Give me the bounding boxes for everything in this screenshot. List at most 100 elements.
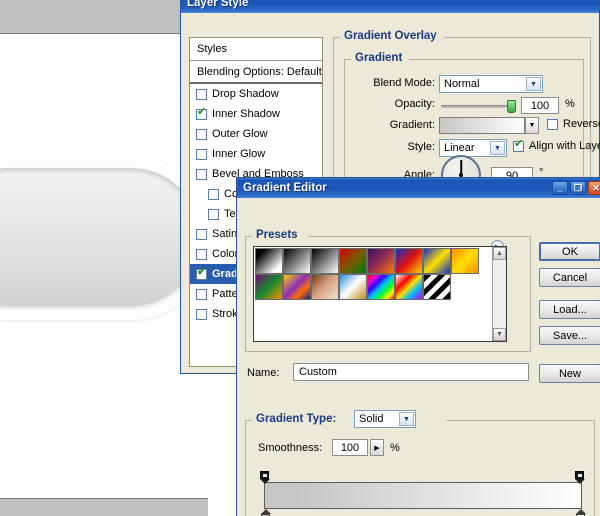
- maximize-icon[interactable]: ❐: [570, 181, 586, 195]
- chevron-down-icon[interactable]: ▼: [399, 412, 414, 426]
- opacity-label: Opacity:: [394, 98, 435, 110]
- chevron-down-icon[interactable]: ▼: [490, 141, 505, 155]
- chevron-down-icon[interactable]: ▼: [526, 77, 541, 91]
- name-value: Custom: [299, 366, 337, 378]
- name-input[interactable]: Custom: [293, 363, 529, 381]
- cancel-button[interactable]: Cancel: [539, 268, 600, 287]
- layer-style-titlebar[interactable]: Layer Style: [181, 0, 599, 13]
- preset-swatch-copper[interactable]: [311, 274, 339, 300]
- opacity-stop-left[interactable]: [260, 471, 271, 484]
- effect-checkbox[interactable]: [196, 88, 207, 100]
- layer-style-title: Layer Style: [187, 0, 249, 9]
- effect-checkbox[interactable]: [208, 208, 219, 220]
- style-combo[interactable]: Linear ▼: [439, 139, 507, 157]
- effect-checkbox[interactable]: [196, 107, 207, 120]
- effect-checkbox[interactable]: [196, 288, 207, 300]
- presets-group-label: Presets: [252, 229, 302, 241]
- opacity-value-input[interactable]: 100: [521, 97, 559, 114]
- load-button[interactable]: Load...: [539, 300, 600, 319]
- save-button[interactable]: Save...: [539, 326, 600, 345]
- blending-options-row[interactable]: Blending Options: Default: [190, 61, 322, 84]
- opacity-unit: %: [565, 98, 575, 110]
- cancel-button-label: Cancel: [552, 271, 588, 284]
- close-icon[interactable]: ✕: [588, 181, 600, 195]
- preset-swatch-chrome[interactable]: [339, 274, 367, 300]
- effect-checkbox[interactable]: [196, 248, 207, 260]
- opacity-value: 100: [530, 99, 550, 112]
- style-value: Linear: [444, 142, 475, 154]
- opacity-slider-thumb[interactable]: [507, 100, 516, 113]
- blend-mode-label: Blend Mode:: [373, 77, 435, 89]
- gradient-type-combo[interactable]: Solid ▼: [354, 410, 416, 428]
- effect-checkbox[interactable]: [196, 228, 207, 240]
- scroll-down-icon[interactable]: ▼: [493, 328, 506, 341]
- color-stop-right[interactable]: [575, 509, 586, 516]
- preset-swatch-grid: [254, 247, 490, 301]
- smoothness-stepper-icon[interactable]: ▶: [370, 439, 384, 456]
- minimize-icon[interactable]: _: [552, 181, 568, 195]
- canvas-bottom-band: [0, 498, 208, 516]
- effect-label: Drop Shadow: [212, 88, 279, 100]
- reverse-checkbox-box[interactable]: [547, 118, 558, 130]
- preset-swatch-spectrum[interactable]: [367, 274, 395, 300]
- preset-swatch-violet-orange[interactable]: [367, 248, 395, 274]
- gradient-preview-swatch[interactable]: [439, 117, 525, 134]
- preset-swatch-orange-yellow-orange[interactable]: [451, 248, 479, 274]
- effect-checkbox[interactable]: [208, 188, 219, 200]
- preset-swatch-red-green[interactable]: [339, 248, 367, 274]
- effect-checkbox[interactable]: [196, 267, 207, 280]
- rounded-button-artwork: [0, 168, 200, 306]
- name-label: Name:: [247, 367, 280, 379]
- effect-checkbox[interactable]: [196, 308, 207, 320]
- blend-mode-value: Normal: [444, 78, 480, 90]
- gradient-type-group: Gradient Type: Solid ▼ Smoothness: 100 ▶…: [245, 410, 595, 516]
- align-with-layer-checkbox[interactable]: Align with Layer: [513, 139, 600, 152]
- gradient-picker-chevron-icon[interactable]: ▼: [525, 117, 539, 134]
- preset-swatch-transparent-stripes[interactable]: [423, 274, 451, 300]
- effect-label: Outer Glow: [212, 128, 268, 140]
- styles-header[interactable]: Styles: [190, 38, 322, 61]
- presets-list[interactable]: ▲ ▼: [253, 246, 507, 342]
- preset-swatch-blue-yellow-blue[interactable]: [423, 248, 451, 274]
- canvas-top-band: [0, 0, 190, 34]
- ok-button[interactable]: OK: [539, 242, 600, 261]
- effect-row-inner-shadow[interactable]: Inner Shadow: [190, 104, 322, 124]
- new-button[interactable]: New: [539, 364, 600, 383]
- effect-label: Inner Glow: [212, 148, 266, 160]
- gradient-bar-area: #C6C6C6 #FFFFFF: [260, 471, 586, 516]
- preset-swatch-yellow-violet-orange-blue[interactable]: [283, 274, 311, 300]
- effect-checkbox[interactable]: [196, 128, 207, 140]
- style-label: Style:: [407, 141, 435, 153]
- gradient-type-label: Gradient Type:: [252, 413, 341, 425]
- preset-swatch-black-white[interactable]: [311, 248, 339, 274]
- presets-scrollbar[interactable]: ▲ ▼: [492, 247, 506, 341]
- smoothness-label: Smoothness:: [258, 442, 323, 454]
- gradient-bar[interactable]: [264, 482, 582, 509]
- preset-swatch-violet-green-orange[interactable]: [255, 274, 283, 300]
- effect-row-outer-glow[interactable]: Outer Glow: [190, 124, 322, 144]
- effect-row-drop-shadow[interactable]: Drop Shadow: [190, 84, 322, 104]
- effect-checkbox[interactable]: [196, 148, 207, 160]
- color-stop-left[interactable]: [260, 509, 271, 516]
- reverse-checkbox[interactable]: Reverse: [547, 118, 600, 130]
- load-button-label: Load...: [553, 303, 587, 316]
- opacity-stop-right[interactable]: [575, 471, 586, 484]
- preset-swatch-blue-red-yellow[interactable]: [395, 248, 423, 274]
- gradient-type-value: Solid: [359, 413, 384, 425]
- effect-checkbox[interactable]: [196, 168, 207, 180]
- window-controls: _ ❐ ✕: [552, 181, 600, 195]
- preset-swatch-foreground-to-transparent[interactable]: [283, 248, 311, 274]
- align-with-layer-checkbox-box[interactable]: [513, 139, 524, 152]
- effect-label: Inner Shadow: [212, 108, 280, 120]
- smoothness-value: 100: [340, 441, 360, 454]
- opacity-slider[interactable]: [441, 100, 516, 113]
- effect-row-inner-glow[interactable]: Inner Glow: [190, 144, 322, 164]
- gradient-overlay-group-label: Gradient Overlay: [340, 30, 441, 42]
- blend-mode-combo[interactable]: Normal ▼: [439, 75, 543, 93]
- smoothness-input[interactable]: 100: [332, 439, 368, 456]
- scroll-up-icon[interactable]: ▲: [493, 247, 506, 260]
- preset-swatch-foreground-to-background[interactable]: [255, 248, 283, 274]
- preset-swatch-transparent-rainbow[interactable]: [395, 274, 423, 300]
- gradient-editor-titlebar[interactable]: Gradient Editor _ ❐ ✕: [237, 178, 600, 198]
- align-with-layer-label: Align with Layer: [529, 140, 600, 152]
